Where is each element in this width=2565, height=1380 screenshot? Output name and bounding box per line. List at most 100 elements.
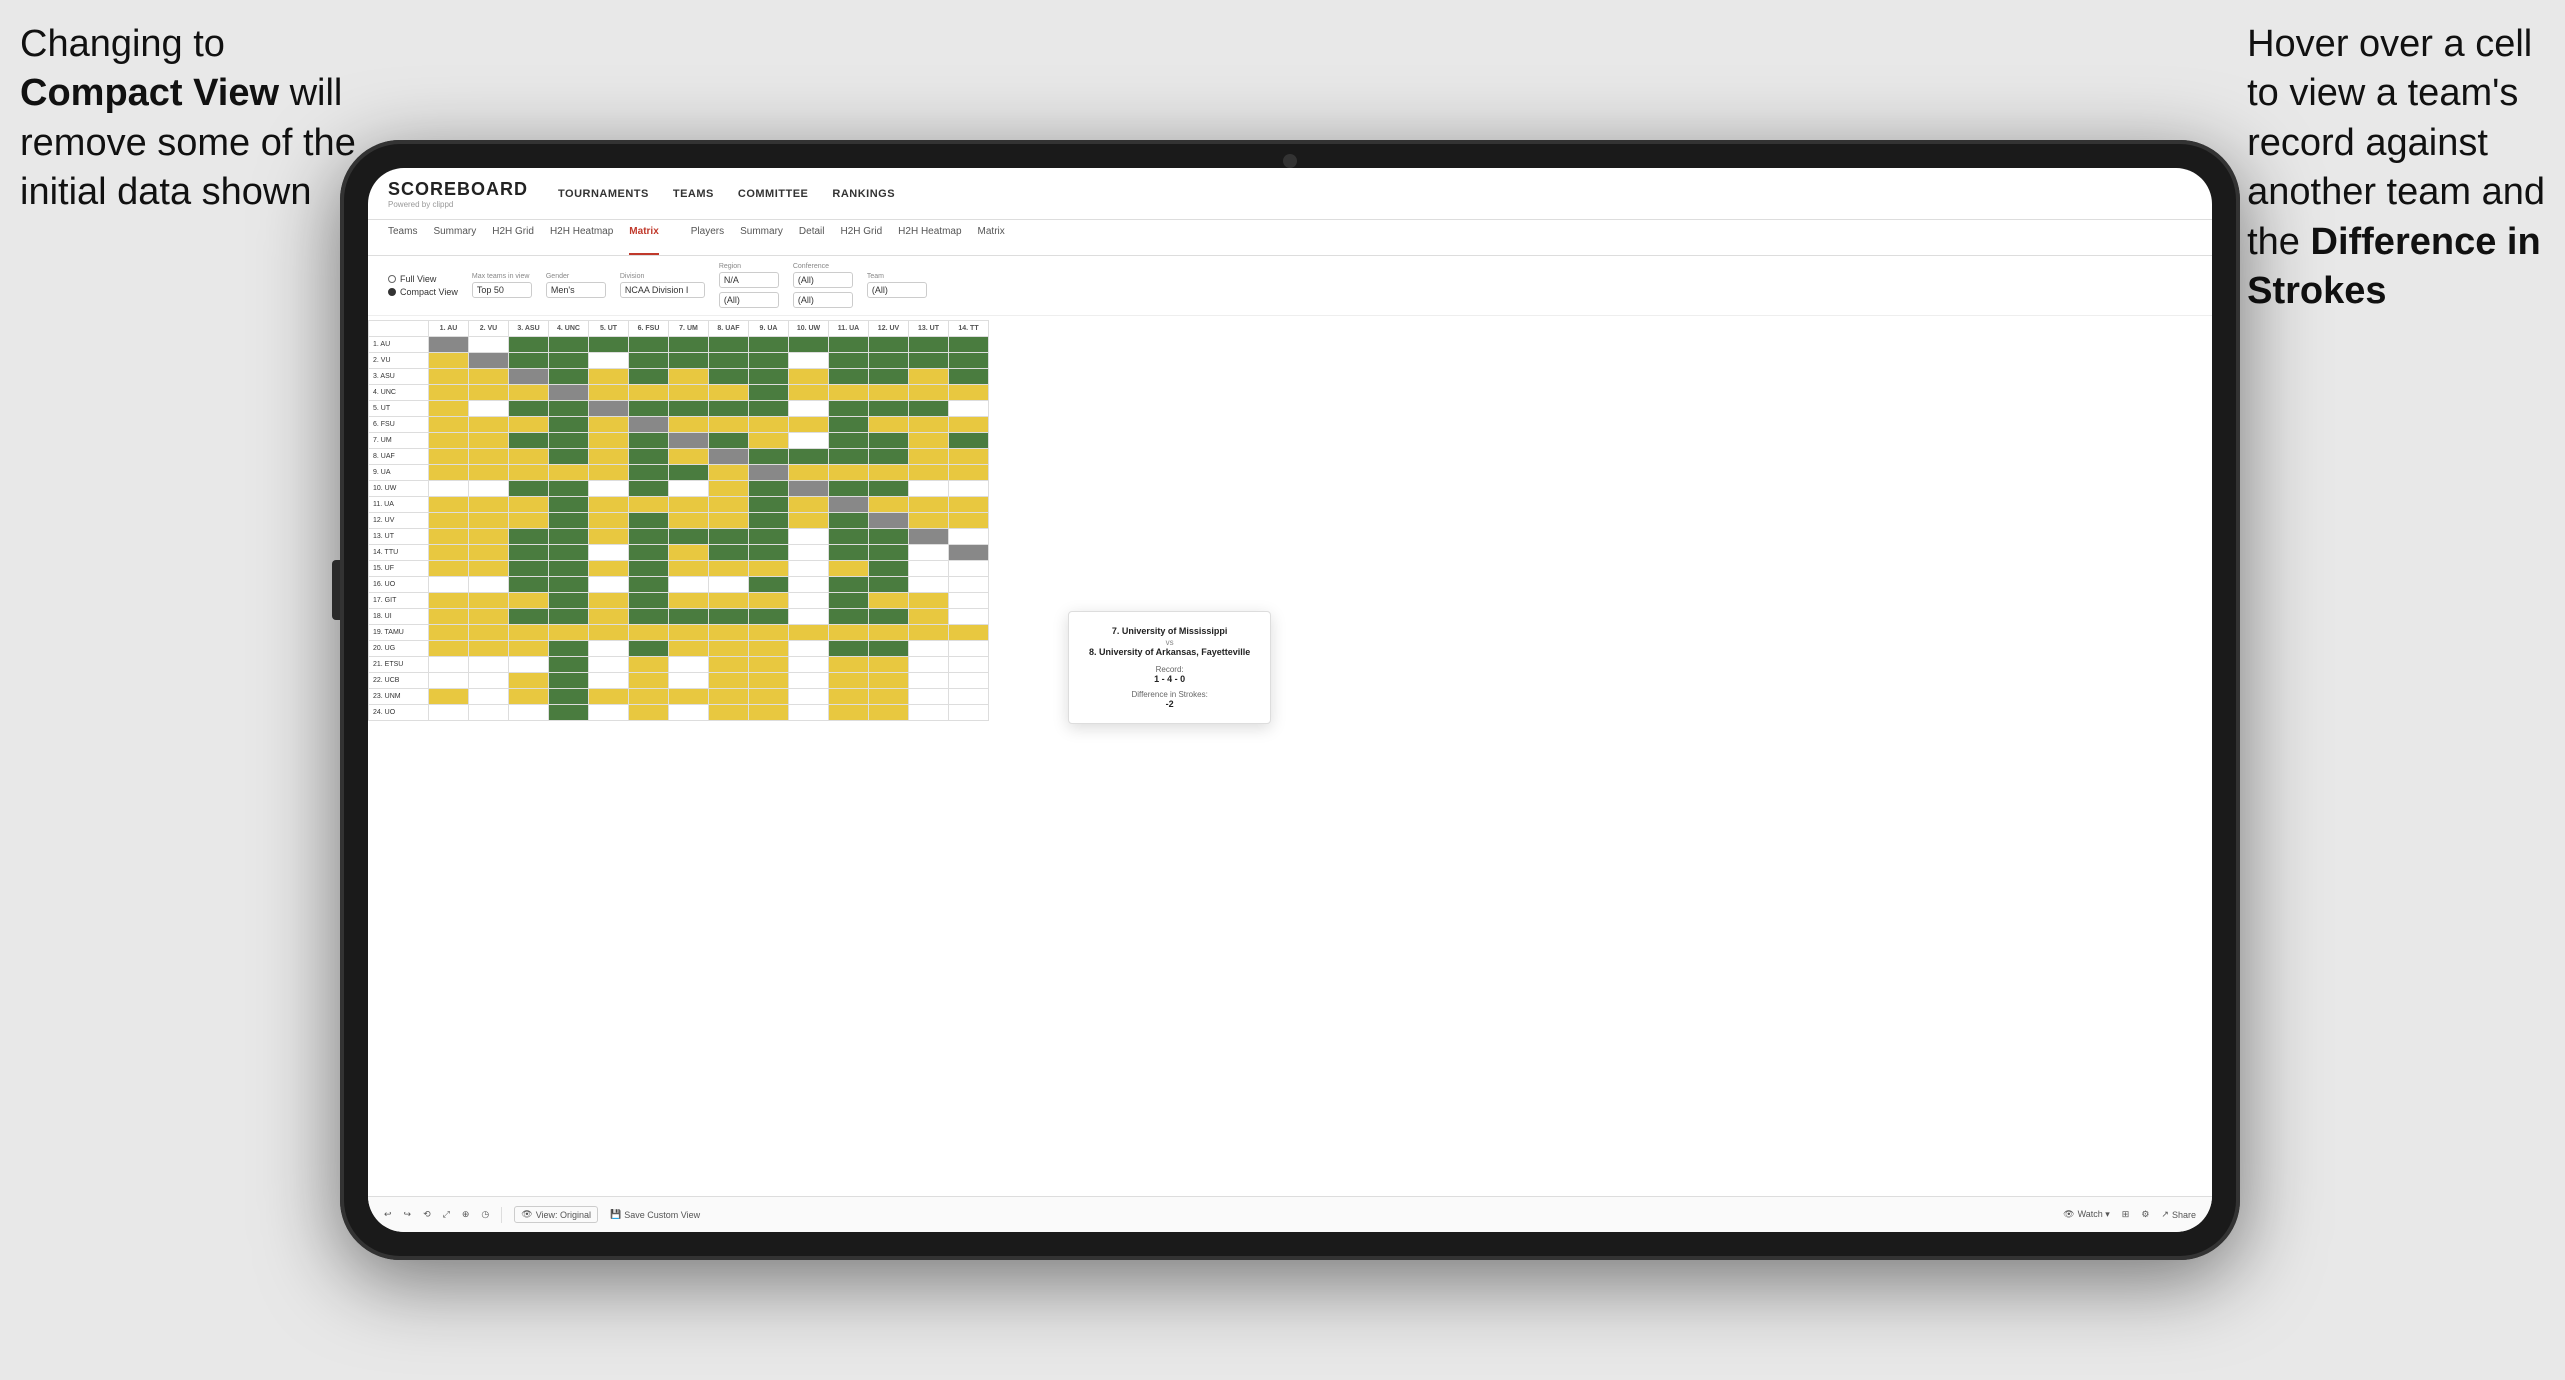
matrix-cell-5-5[interactable] [629,417,669,433]
conference-select1[interactable]: (All) [793,272,853,288]
matrix-cell-9-0[interactable] [429,481,469,497]
nav-item-rankings[interactable]: RANKINGS [832,188,895,200]
matrix-cell-9-3[interactable] [549,481,589,497]
matrix-cell-12-7[interactable] [709,529,749,545]
matrix-cell-1-5[interactable] [629,353,669,369]
matrix-cell-17-0[interactable] [429,609,469,625]
matrix-cell-19-13[interactable] [949,641,989,657]
matrix-cell-9-13[interactable] [949,481,989,497]
matrix-cell-8-6[interactable] [669,465,709,481]
matrix-cell-20-1[interactable] [469,657,509,673]
matrix-cell-2-10[interactable] [829,369,869,385]
matrix-cell-1-11[interactable] [869,353,909,369]
matrix-cell-5-4[interactable] [589,417,629,433]
matrix-cell-4-4[interactable] [589,401,629,417]
matrix-cell-18-13[interactable] [949,625,989,641]
matrix-cell-10-2[interactable] [509,497,549,513]
matrix-cell-21-10[interactable] [829,673,869,689]
matrix-cell-6-11[interactable] [869,433,909,449]
view-original-button[interactable]: 👁 View: Original [514,1206,598,1223]
matrix-cell-15-7[interactable] [709,577,749,593]
matrix-cell-5-0[interactable] [429,417,469,433]
settings-icon[interactable]: ⚙ [2141,1209,2149,1220]
save-custom-button[interactable]: 💾 Save Custom View [610,1209,700,1220]
matrix-cell-18-9[interactable] [789,625,829,641]
matrix-cell-23-7[interactable] [709,705,749,721]
matrix-cell-14-6[interactable] [669,561,709,577]
matrix-cell-7-13[interactable] [949,449,989,465]
matrix-cell-8-10[interactable] [829,465,869,481]
matrix-cell-23-2[interactable] [509,705,549,721]
matrix-cell-6-6[interactable] [669,433,709,449]
matrix-cell-6-2[interactable] [509,433,549,449]
matrix-cell-7-10[interactable] [829,449,869,465]
tab-h2h-grid[interactable]: H2H Grid [492,226,534,255]
matrix-cell-15-12[interactable] [909,577,949,593]
matrix-cell-21-5[interactable] [629,673,669,689]
matrix-cell-4-10[interactable] [829,401,869,417]
matrix-cell-16-7[interactable] [709,593,749,609]
matrix-cell-21-6[interactable] [669,673,709,689]
matrix-cell-5-13[interactable] [949,417,989,433]
matrix-cell-3-10[interactable] [829,385,869,401]
matrix-cell-20-8[interactable] [749,657,789,673]
matrix-cell-3-12[interactable] [909,385,949,401]
matrix-cell-15-2[interactable] [509,577,549,593]
matrix-cell-6-0[interactable] [429,433,469,449]
matrix-cell-0-7[interactable] [709,337,749,353]
matrix-cell-1-0[interactable] [429,353,469,369]
matrix-cell-0-3[interactable] [549,337,589,353]
matrix-cell-20-12[interactable] [909,657,949,673]
matrix-cell-11-6[interactable] [669,513,709,529]
matrix-cell-14-1[interactable] [469,561,509,577]
matrix-cell-3-5[interactable] [629,385,669,401]
matrix-cell-11-1[interactable] [469,513,509,529]
matrix-cell-19-2[interactable] [509,641,549,657]
tab-teams[interactable]: Teams [388,226,417,255]
matrix-cell-16-8[interactable] [749,593,789,609]
matrix-cell-21-2[interactable] [509,673,549,689]
matrix-cell-2-2[interactable] [509,369,549,385]
matrix-cell-11-8[interactable] [749,513,789,529]
matrix-cell-18-4[interactable] [589,625,629,641]
matrix-cell-17-1[interactable] [469,609,509,625]
matrix-cell-14-5[interactable] [629,561,669,577]
matrix-cell-17-8[interactable] [749,609,789,625]
matrix-cell-20-5[interactable] [629,657,669,673]
matrix-cell-11-7[interactable] [709,513,749,529]
matrix-cell-14-7[interactable] [709,561,749,577]
matrix-cell-13-2[interactable] [509,545,549,561]
matrix-cell-20-4[interactable] [589,657,629,673]
matrix-cell-10-0[interactable] [429,497,469,513]
matrix-cell-13-6[interactable] [669,545,709,561]
matrix-cell-3-13[interactable] [949,385,989,401]
matrix-cell-10-3[interactable] [549,497,589,513]
matrix-cell-16-6[interactable] [669,593,709,609]
matrix-cell-6-10[interactable] [829,433,869,449]
max-teams-select[interactable]: Top 50 [472,282,532,298]
matrix-cell-19-5[interactable] [629,641,669,657]
matrix-cell-20-13[interactable] [949,657,989,673]
add-button[interactable]: ⊕ [462,1209,470,1220]
matrix-cell-18-0[interactable] [429,625,469,641]
matrix-cell-13-5[interactable] [629,545,669,561]
matrix-cell-2-3[interactable] [549,369,589,385]
matrix-cell-8-1[interactable] [469,465,509,481]
matrix-cell-3-8[interactable] [749,385,789,401]
matrix-cell-0-1[interactable] [469,337,509,353]
matrix-cell-5-10[interactable] [829,417,869,433]
matrix-cell-17-3[interactable] [549,609,589,625]
matrix-cell-8-8[interactable] [749,465,789,481]
matrix-cell-10-8[interactable] [749,497,789,513]
matrix-cell-11-4[interactable] [589,513,629,529]
matrix-cell-19-12[interactable] [909,641,949,657]
tab-players-h2h-heatmap[interactable]: H2H Heatmap [898,226,961,255]
matrix-cell-4-11[interactable] [869,401,909,417]
matrix-cell-13-0[interactable] [429,545,469,561]
matrix-cell-2-13[interactable] [949,369,989,385]
matrix-cell-9-9[interactable] [789,481,829,497]
matrix-cell-2-4[interactable] [589,369,629,385]
matrix-cell-16-4[interactable] [589,593,629,609]
matrix-cell-8-13[interactable] [949,465,989,481]
matrix-cell-12-8[interactable] [749,529,789,545]
